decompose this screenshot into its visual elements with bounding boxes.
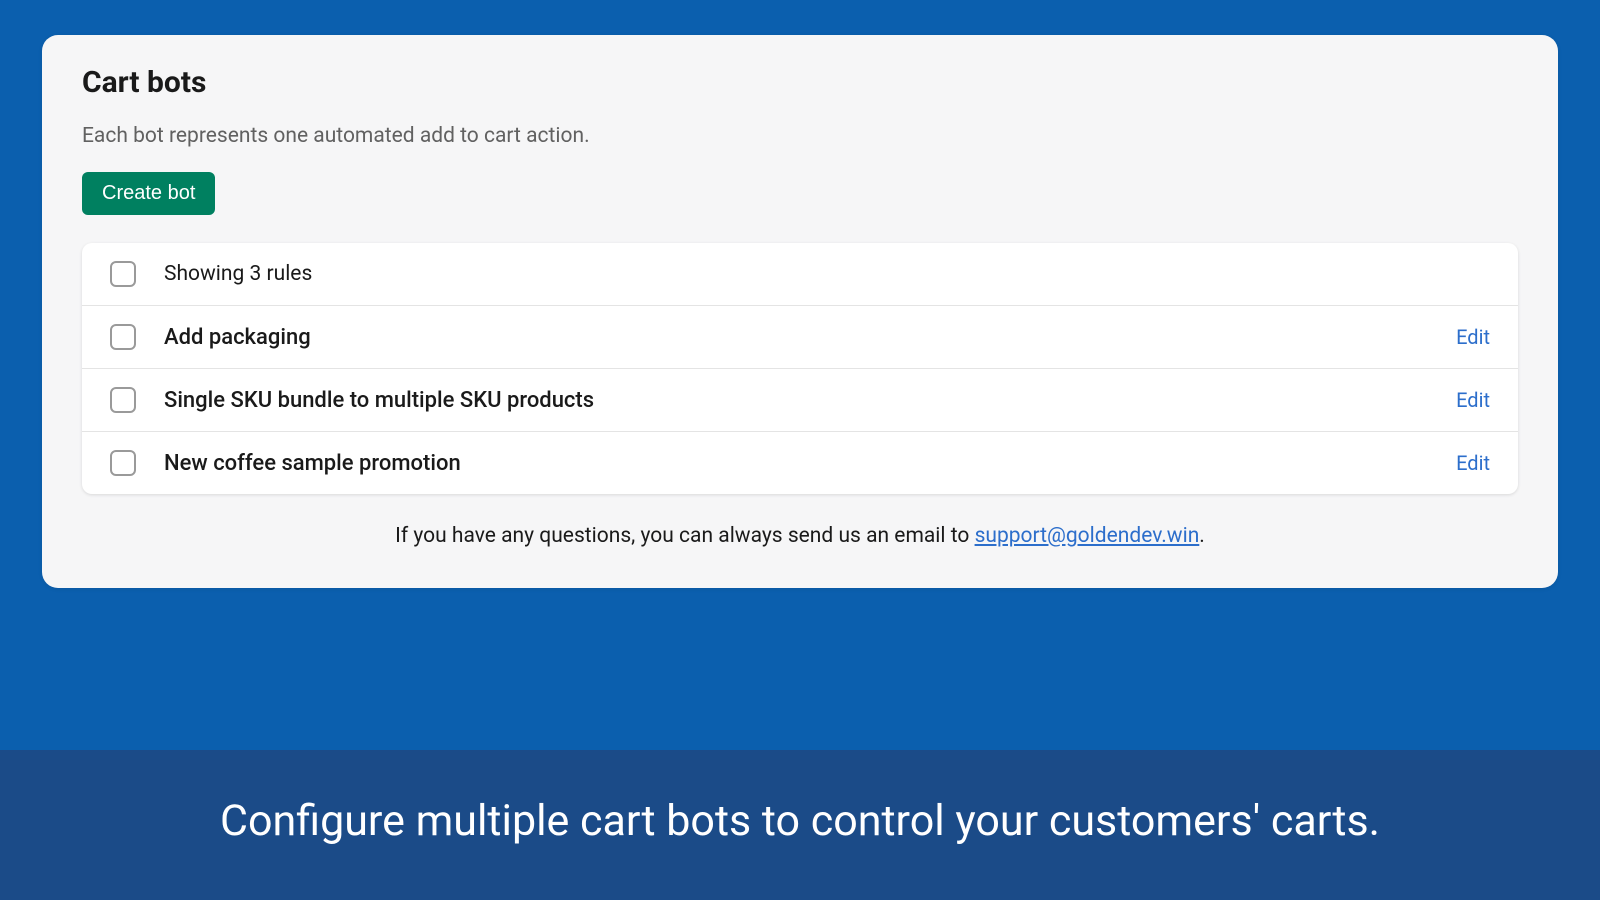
bot-row-title: New coffee sample promotion xyxy=(164,451,1456,476)
support-email-link[interactable]: support@goldendev.win xyxy=(975,524,1200,548)
bot-list-header-text: Showing 3 rules xyxy=(164,262,312,286)
bot-list-row: Add packaging Edit xyxy=(82,306,1518,369)
footer-prefix: If you have any questions, you can alway… xyxy=(395,524,974,548)
create-bot-button[interactable]: Create bot xyxy=(82,172,215,215)
footer-suffix: . xyxy=(1199,524,1205,548)
bot-list: Showing 3 rules Add packaging Edit Singl… xyxy=(82,243,1518,494)
row-checkbox[interactable] xyxy=(110,450,136,476)
row-checkbox[interactable] xyxy=(110,387,136,413)
promo-banner-text: Configure multiple cart bots to control … xyxy=(220,796,1380,846)
edit-link[interactable]: Edit xyxy=(1456,325,1490,349)
select-all-checkbox[interactable] xyxy=(110,261,136,287)
bot-list-row: New coffee sample promotion Edit xyxy=(82,432,1518,494)
page-title: Cart bots xyxy=(82,65,1518,100)
main-card: Cart bots Each bot represents one automa… xyxy=(42,35,1558,588)
bot-row-title: Add packaging xyxy=(164,325,1456,350)
edit-link[interactable]: Edit xyxy=(1456,451,1490,475)
bot-row-title: Single SKU bundle to multiple SKU produc… xyxy=(164,388,1456,413)
bot-list-header: Showing 3 rules xyxy=(82,243,1518,306)
bot-list-row: Single SKU bundle to multiple SKU produc… xyxy=(82,369,1518,432)
edit-link[interactable]: Edit xyxy=(1456,388,1490,412)
footer-help-text: If you have any questions, you can alway… xyxy=(82,524,1518,548)
row-checkbox[interactable] xyxy=(110,324,136,350)
promo-banner: Configure multiple cart bots to control … xyxy=(0,750,1600,900)
page-description: Each bot represents one automated add to… xyxy=(82,124,1518,148)
